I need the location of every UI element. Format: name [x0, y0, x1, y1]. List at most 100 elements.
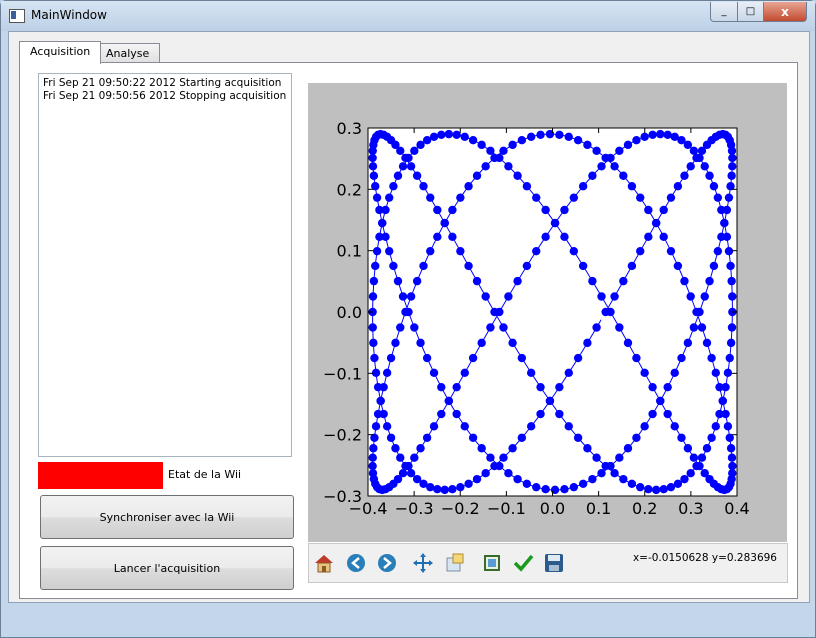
- data-point: [610, 292, 619, 301]
- data-point: [656, 396, 665, 406]
- data-point: [680, 474, 689, 484]
- data-point: [615, 323, 624, 332]
- y-tick-label: 0.2: [337, 180, 362, 199]
- data-point: [555, 382, 564, 392]
- data-point: [448, 205, 457, 215]
- data-point: [416, 444, 425, 453]
- data-point: [468, 433, 478, 442]
- data-point: [373, 382, 383, 392]
- data-point: [727, 323, 737, 332]
- data-point: [677, 433, 686, 442]
- data-point: [640, 368, 649, 378]
- data-point: [723, 368, 733, 378]
- data-point: [702, 338, 712, 348]
- data-point: [725, 353, 734, 363]
- data-point: [711, 368, 720, 378]
- title-bar[interactable]: MainWindow _ □ x: [1, 1, 815, 31]
- data-point: [486, 146, 495, 155]
- data-point: [610, 469, 619, 478]
- data-point: [723, 422, 733, 431]
- data-point: [448, 232, 457, 242]
- maximize-button[interactable]: □: [738, 2, 764, 22]
- data-point: [393, 276, 403, 286]
- data-point: [610, 162, 619, 171]
- data-point: [468, 353, 478, 363]
- data-point: [393, 171, 403, 180]
- data-point: [541, 232, 550, 242]
- data-point: [564, 368, 573, 378]
- plot-toolbar: x=-0.0150628 y=0.283696: [308, 543, 788, 583]
- data-point: [536, 382, 545, 392]
- data-point: [569, 246, 579, 256]
- data-point: [564, 422, 573, 431]
- data-point: [601, 461, 610, 471]
- start-acquisition-button[interactable]: Lancer l'acquisition: [40, 546, 294, 590]
- data-point: [702, 444, 712, 453]
- data-point: [404, 153, 413, 163]
- data-point: [680, 171, 689, 180]
- data-point: [472, 474, 482, 484]
- x-tick-label: 0.4: [724, 499, 749, 518]
- data-point: [526, 368, 536, 378]
- data-point: [578, 479, 588, 489]
- check-icon[interactable]: [512, 552, 534, 574]
- data-point: [601, 153, 610, 163]
- data-point: [444, 129, 454, 139]
- data-point: [627, 479, 637, 489]
- minimize-button[interactable]: _: [710, 2, 738, 22]
- data-point: [718, 396, 727, 406]
- data-point: [378, 218, 387, 228]
- data-point: [410, 146, 419, 155]
- data-point: [396, 323, 405, 332]
- data-point: [369, 276, 379, 286]
- data-point: [419, 182, 428, 191]
- log-textbox[interactable]: Fri Sep 21 09:50:22 2012 Starting acquis…: [38, 73, 292, 457]
- data-point: [452, 409, 461, 419]
- data-point: [490, 461, 499, 471]
- data-point: [426, 482, 435, 492]
- sync-wii-button[interactable]: Synchroniser avec la Wii: [40, 495, 294, 539]
- data-point: [401, 461, 410, 471]
- tab-acquisition[interactable]: Acquisition: [19, 41, 102, 64]
- data-point: [644, 205, 653, 215]
- data-point: [486, 323, 495, 332]
- data-point: [513, 276, 522, 286]
- data-point: [536, 130, 545, 140]
- data-point: [606, 307, 615, 317]
- data-point: [689, 146, 699, 155]
- tab-analyse[interactable]: Analyse: [95, 43, 161, 64]
- data-point: [368, 153, 377, 163]
- data-point: [651, 485, 661, 495]
- data-point: [464, 479, 473, 489]
- data-point: [372, 246, 382, 256]
- y-tick-label: −0.1: [323, 364, 362, 383]
- data-point: [663, 409, 672, 419]
- close-button[interactable]: x: [764, 2, 807, 22]
- data-point: [532, 482, 541, 492]
- data-point: [426, 193, 435, 202]
- data-point: [560, 484, 569, 494]
- data-point: [721, 409, 730, 419]
- data-point: [368, 292, 378, 301]
- pan-icon[interactable]: [412, 552, 434, 574]
- data-point: [686, 162, 695, 171]
- data-point: [623, 444, 633, 453]
- back-icon[interactable]: [345, 552, 367, 574]
- home-icon[interactable]: [313, 552, 335, 574]
- data-point: [627, 182, 637, 191]
- forward-icon[interactable]: [376, 552, 398, 574]
- x-tick-label: 0.1: [586, 499, 611, 518]
- data-point: [433, 232, 442, 242]
- data-point: [619, 171, 628, 180]
- data-point: [406, 292, 416, 301]
- subplots-icon[interactable]: [481, 552, 503, 574]
- save-icon[interactable]: [543, 552, 565, 574]
- zoom-icon[interactable]: [444, 552, 466, 574]
- data-point: [429, 368, 439, 378]
- data-point: [619, 474, 628, 484]
- data-point: [677, 353, 686, 363]
- data-point: [456, 193, 465, 202]
- plot-canvas[interactable]: −0.4 −0.3 −0.2 −0.1 0.0 0.1 0.2 0.3 0.4 0.3 0.2 0.1…: [308, 83, 787, 542]
- data-point: [416, 140, 425, 150]
- data-point: [448, 484, 457, 494]
